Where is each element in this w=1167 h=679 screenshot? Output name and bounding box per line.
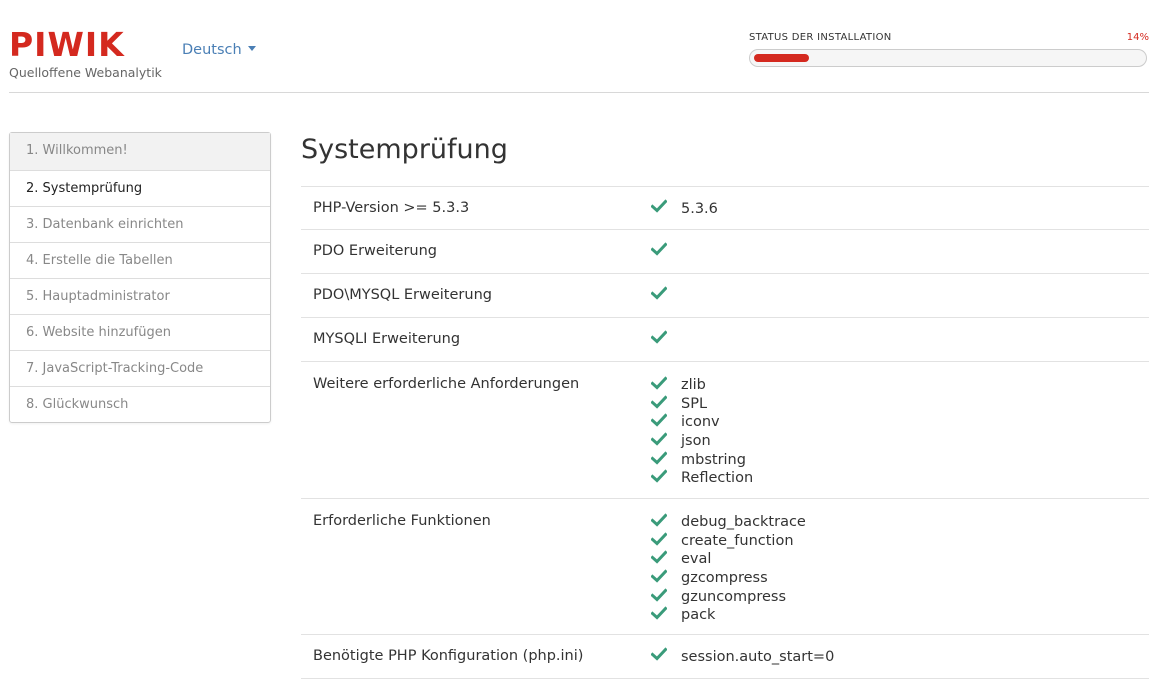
check-value-item: session.auto_start=0: [641, 647, 1149, 667]
check-value-item: zlib: [641, 376, 1149, 395]
step-item: 3. Datenbank einrichten: [10, 206, 270, 242]
check-mark-icon: [650, 432, 668, 446]
check-mark-icon: [650, 451, 668, 465]
check-mark-icon: [650, 330, 668, 344]
check-value-text: Reflection: [681, 470, 754, 487]
check-value-text: json: [681, 433, 711, 450]
check-value-item: [641, 330, 1149, 350]
system-check-table: PHP-Version >= 5.3.3 5.3.6 PDO Erweiterung…: [301, 186, 1149, 679]
check-mark-icon: [650, 376, 668, 390]
check-row: MYSQLI Erweiterung: [301, 318, 1149, 362]
check-value-text: session.auto_start=0: [681, 649, 835, 666]
check-mark-icon: [650, 532, 668, 546]
check-values: zlib SPL iconv json mbstring Reflection: [641, 376, 1149, 498]
check-values: [641, 330, 1149, 361]
check-label: Weitere erforderliche Anforderungen: [313, 376, 580, 392]
check-label: MYSQLI Erweiterung: [313, 331, 461, 347]
check-values: session.auto_start=0: [641, 647, 1149, 678]
check-row: Weitere erforderliche Anforderungen zlib S…: [301, 362, 1149, 499]
check-value-item: [641, 286, 1149, 306]
check-value-text: mbstring: [681, 451, 746, 468]
check-value-item: 5.3.6: [641, 199, 1149, 219]
check-value-text: gzcompress: [681, 570, 768, 587]
check-mark-icon: [650, 647, 668, 661]
tagline: Quelloffene Webanalytik: [9, 65, 162, 80]
check-row: Erforderliche Funktionen debug_backtrace c…: [301, 499, 1149, 635]
check-value-text: debug_backtrace: [681, 514, 806, 531]
install-status-percent: 14%: [1126, 32, 1149, 43]
check-value-item: gzcompress: [641, 569, 1149, 588]
check-value-text: zlib: [681, 377, 706, 394]
check-value-item: gzuncompress: [641, 587, 1149, 606]
installation-steps: 1. Willkommen! 2. Systemprüfung 3. Datenba…: [9, 132, 271, 423]
check-label: PHP-Version >= 5.3.3: [313, 200, 470, 216]
check-label: PDO\MYSQL Erweiterung: [313, 287, 492, 303]
step-item: 7. JavaScript-Tracking-Code: [10, 350, 270, 386]
caret-down-icon: [247, 46, 256, 51]
step-item: 5. Hauptadministrator: [10, 278, 270, 314]
check-value-item: iconv: [641, 413, 1149, 432]
check-mark-icon: [650, 395, 668, 409]
check-value-item: json: [641, 432, 1149, 451]
check-value-item: Reflection: [641, 469, 1149, 488]
check-mark-icon: [650, 199, 668, 213]
check-row: PDO Erweiterung: [301, 230, 1149, 274]
check-value-item: mbstring: [641, 450, 1149, 469]
check-mark-icon: [650, 469, 668, 483]
piwik-logo[interactable]: PIWIK: [9, 28, 125, 62]
check-label: Erforderliche Funktionen: [313, 513, 491, 529]
install-status-label: STATUS DER INSTALLATION: [749, 32, 892, 43]
install-progress-bar: [749, 49, 1147, 67]
check-mark-icon: [650, 588, 668, 602]
install-progress-fill: [754, 54, 809, 62]
check-label: PDO Erweiterung: [313, 243, 438, 259]
page-title: Systemprüfung: [301, 134, 508, 165]
check-row: PHP-Version >= 5.3.3 5.3.6: [301, 187, 1149, 230]
check-mark-icon: [650, 513, 668, 527]
check-value-item: [641, 242, 1149, 262]
check-row: Benötigte PHP Konfiguration (php.ini) ses…: [301, 635, 1149, 679]
check-mark-icon: [650, 550, 668, 565]
check-value-text: pack: [681, 607, 716, 624]
check-mark-icon: [650, 413, 668, 428]
step-item: 1. Willkommen!: [10, 133, 270, 170]
check-value-text: 5.3.6: [681, 201, 718, 218]
step-item: 8. Glückwunsch: [10, 386, 270, 422]
check-values: 5.3.6: [641, 199, 1149, 229]
check-value-item: SPL: [641, 395, 1149, 414]
check-value-text: iconv: [681, 414, 720, 431]
step-item: 6. Website hinzufügen: [10, 314, 270, 350]
check-value-item: debug_backtrace: [641, 513, 1149, 532]
check-label: Benötigte PHP Konfiguration (php.ini): [313, 648, 584, 664]
check-value-text: create_function: [681, 532, 794, 549]
check-mark-icon: [650, 286, 668, 300]
step-item: 4. Erstelle die Tabellen: [10, 242, 270, 278]
check-values: debug_backtrace create_functioneval gzcomp…: [641, 513, 1149, 634]
check-value-text: SPL: [681, 395, 708, 412]
check-values: [641, 242, 1149, 273]
check-value-item: eval: [641, 550, 1149, 569]
check-values: [641, 286, 1149, 317]
check-row: PDO\MYSQL Erweiterung: [301, 274, 1149, 318]
check-value-text: gzuncompress: [681, 588, 787, 605]
check-value-text: eval: [681, 551, 712, 568]
step-item: 2. Systemprüfung: [10, 170, 270, 206]
header: PIWIK Quelloffene Webanalytik Deutsch ST…: [9, 0, 1149, 93]
check-mark-icon: [650, 242, 668, 256]
check-value-item: pack: [641, 606, 1149, 625]
language-selector[interactable]: Deutsch: [182, 42, 256, 58]
language-label: Deutsch: [182, 42, 242, 58]
check-mark-icon: [650, 569, 668, 583]
check-value-item: create_function: [641, 532, 1149, 551]
check-mark-icon: [650, 606, 668, 620]
